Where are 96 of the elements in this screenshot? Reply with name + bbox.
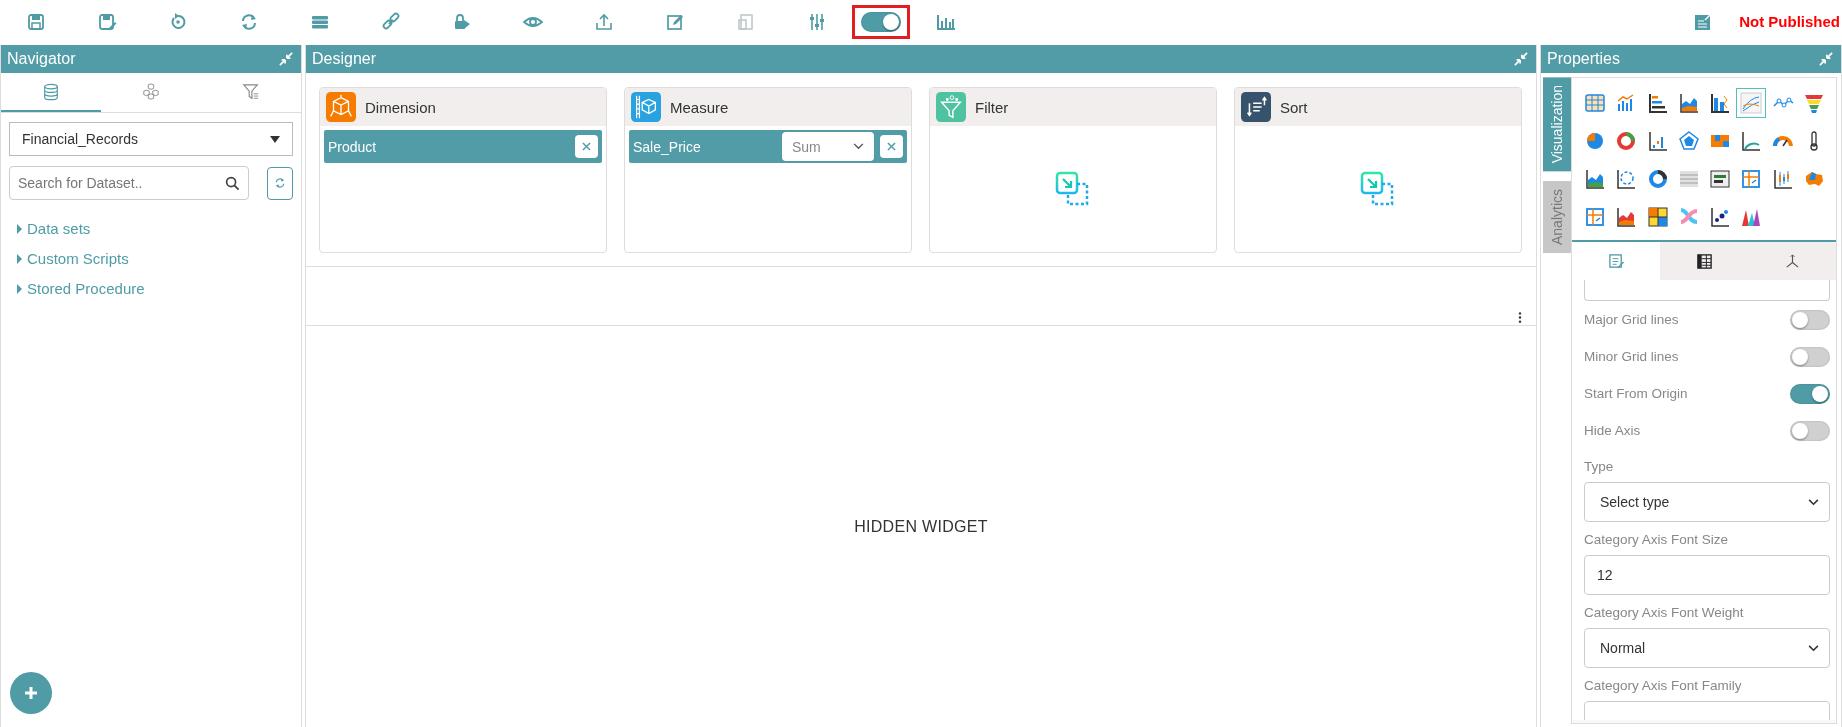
card-title: Dimension [365, 98, 436, 116]
setting-label: Major Grid lines [1584, 312, 1679, 327]
toggle-switch[interactable] [1790, 346, 1830, 367]
card-title: Sort [1280, 98, 1308, 116]
field-label: Category Axis Font Size [1584, 532, 1730, 547]
area-chart-icon [1615, 206, 1638, 228]
candlestick-icon [1771, 168, 1794, 190]
refresh-icon [274, 177, 286, 189]
scatter-chart-icon [1709, 206, 1731, 228]
funnel-chart-icon [1802, 92, 1825, 114]
area-chart-icon [1584, 168, 1606, 190]
toggle-switch[interactable] [1790, 420, 1830, 441]
filter-icon [242, 82, 260, 101]
panel-title: Navigator [7, 50, 76, 68]
cube-axes-icon [326, 92, 356, 122]
field-label: Category Axis Font Weight [1584, 605, 1745, 620]
radar-chart-icon [1677, 130, 1700, 152]
tree-item[interactable]: Stored Procedure [27, 280, 145, 297]
stacked-bar-icon [1709, 92, 1731, 114]
select-field[interactable]: Select type [1584, 482, 1830, 522]
arc-chart-icon [1740, 130, 1763, 152]
chevron-down-icon [853, 143, 864, 150]
list-edit-icon [1607, 252, 1625, 270]
ruler-cube-icon [631, 92, 661, 122]
collapse-icon[interactable] [1819, 52, 1833, 66]
setting-label: Hide Axis [1584, 423, 1641, 438]
cubes-icon [142, 82, 160, 101]
close-icon [887, 142, 896, 151]
dataset-dropdown[interactable]: Financial_Records [9, 122, 293, 156]
tree-item[interactable]: Data sets [27, 220, 91, 237]
more-options-icon[interactable] [1518, 312, 1522, 323]
document-icon[interactable] [735, 11, 756, 32]
collapse-icon[interactable] [279, 52, 293, 66]
link-icon[interactable] [380, 11, 401, 32]
toggle-switch[interactable] [1790, 383, 1830, 404]
card-title: Filter [975, 98, 1009, 116]
property-tab[interactable] [1660, 242, 1748, 280]
add-button[interactable] [10, 672, 52, 714]
setting-label: Start From Origin [1584, 386, 1688, 401]
bar-chart-icon [1646, 92, 1669, 114]
upload-icon[interactable] [593, 11, 614, 32]
donut-chart-icon [1646, 168, 1669, 190]
database-icon [42, 82, 60, 101]
funnel-icon [936, 92, 966, 122]
field-chip[interactable]: Product [324, 130, 602, 163]
field-label: Type [1584, 459, 1615, 474]
pie-chart-icon [1584, 130, 1606, 152]
drop-target-icon [1055, 171, 1091, 207]
select-field[interactable] [1584, 280, 1830, 301]
side-tab[interactable]: Analytics [1543, 181, 1571, 254]
line-chart-icon [1740, 92, 1763, 114]
publish-status: Not Published [1739, 13, 1840, 30]
drop-target-icon [1360, 171, 1396, 207]
field-name: Sale_Price [633, 138, 702, 155]
area-chart-icon [1677, 92, 1700, 114]
refresh-button[interactable] [267, 166, 293, 200]
chevron-down-icon [1808, 498, 1819, 506]
toggle-switch[interactable] [1790, 309, 1830, 330]
remove-button[interactable] [575, 135, 598, 158]
polar-chart-icon [1615, 168, 1638, 190]
expand-caret-icon[interactable] [17, 283, 22, 294]
card-title: Measure [670, 98, 729, 116]
expand-caret-icon[interactable] [17, 253, 22, 264]
plus-icon [23, 685, 39, 701]
pivot-table-icon [1709, 168, 1731, 190]
step-chart-icon [1646, 130, 1669, 152]
search-field[interactable]: Search for Dataset.. [9, 166, 249, 200]
widget-placeholder-text: HIDDEN WIDGET [854, 518, 988, 536]
select-field[interactable]: Normal [1584, 628, 1830, 668]
panel-title: Designer [312, 50, 377, 68]
setting-label: Minor Grid lines [1584, 349, 1679, 364]
expand-caret-icon[interactable] [17, 223, 22, 234]
chevron-down-icon [1808, 644, 1819, 652]
field-chip[interactable]: Sale_Price Sum [629, 130, 907, 163]
remove-button[interactable] [880, 135, 903, 158]
table-columns-icon [1695, 252, 1713, 270]
input-field[interactable]: 12 [1584, 555, 1830, 595]
save-icon[interactable] [25, 11, 46, 32]
donut-chart-icon [1615, 130, 1638, 152]
treemap-icon [1646, 206, 1669, 228]
collapse-icon[interactable] [1514, 52, 1528, 66]
search-icon [225, 176, 240, 191]
save-as-icon[interactable] [96, 11, 117, 32]
field-name: Product [328, 138, 378, 155]
side-tab[interactable]: Visualization [1543, 77, 1571, 172]
sort-icon [1241, 92, 1271, 122]
grid-table-icon [1677, 168, 1700, 190]
preview-toggle[interactable] [861, 11, 901, 32]
table-chart-icon [1584, 92, 1606, 114]
field-label: Category Axis Font Family [1584, 678, 1743, 693]
tile-chart-icon [1740, 168, 1763, 190]
tile-chart-icon [1584, 206, 1606, 228]
close-icon [582, 142, 591, 151]
panel-title: Properties [1547, 50, 1620, 68]
aggregate-dropdown[interactable]: Sum [782, 132, 874, 161]
tree-item[interactable]: Custom Scripts [27, 250, 129, 267]
